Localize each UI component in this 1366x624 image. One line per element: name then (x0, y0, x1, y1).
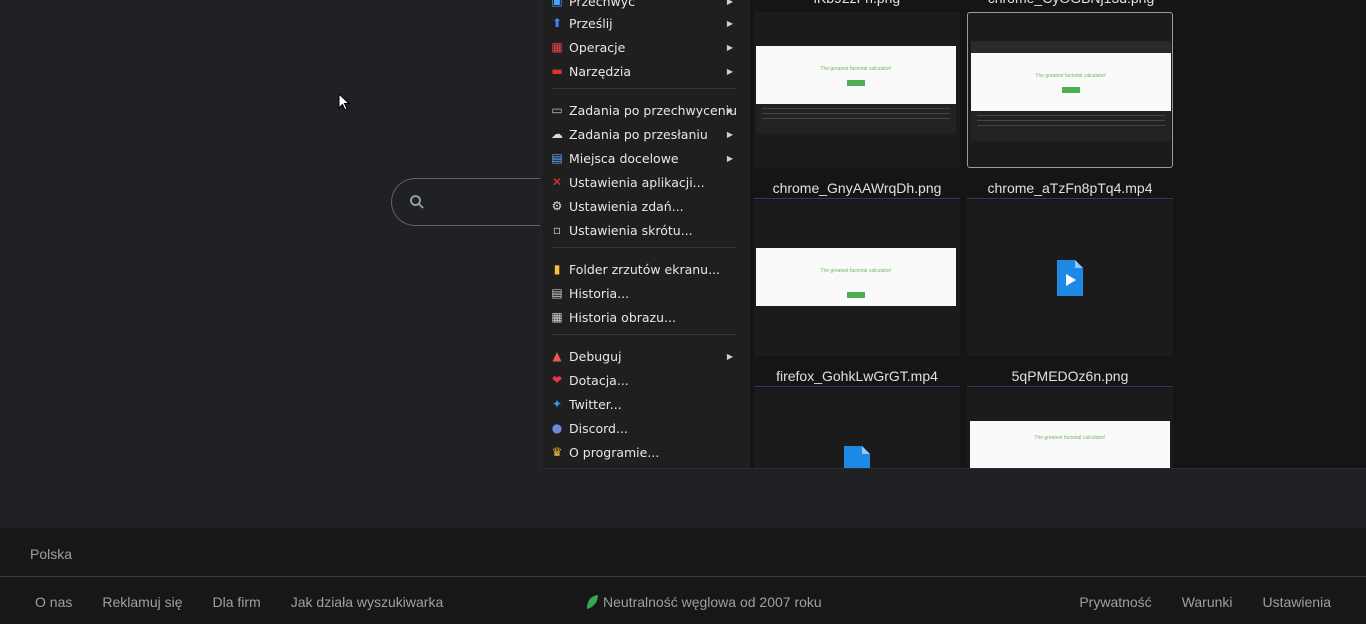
search-icon (410, 195, 424, 209)
menu-item-label: Historia obrazu... (569, 309, 676, 325)
footer-link-how-search-works[interactable]: Jak działa wyszukiwarka (291, 594, 444, 610)
after-capture-icon: ▭ (551, 103, 563, 117)
thumbnail-caption: firefox_GohkLwGrGT.mp4 (754, 368, 960, 387)
footer-right-links: Prywatność Warunki Ustawienia (1079, 594, 1361, 610)
twitter-icon: ✦ (551, 397, 563, 411)
destinations-icon: ▤ (551, 151, 563, 165)
menu-item-label: Ustawienia aplikacji... (569, 174, 705, 190)
submenu-arrow-icon: ▶ (726, 153, 733, 163)
history-icon: ▤ (551, 286, 563, 300)
menu-item-label: Przechwyć (569, 0, 635, 9)
footer-divider (0, 576, 1366, 577)
menu-item[interactable]: ● Discord... (549, 417, 743, 439)
menu-separator (551, 247, 737, 248)
menu-separator (551, 88, 737, 89)
video-file-icon (844, 446, 870, 468)
upload-icon: ⬆ (551, 16, 563, 30)
menu-item[interactable]: ▭ Zadania po przechwyceniu ▶ (549, 99, 743, 121)
shot-title: The greatest factorial calculator! (1034, 435, 1106, 441)
menu-item-label: Prześlij (569, 15, 613, 31)
shot-title: The greatest factorial calculator! (820, 268, 892, 274)
menu-item-label: Zadania po przesłaniu (569, 126, 708, 142)
menu-item-label: Folder zrzutów ekranu... (569, 261, 721, 277)
heart-icon: ❤ (551, 373, 563, 387)
submenu-arrow-icon: ▶ (726, 129, 733, 139)
footer-country: Polska (30, 546, 73, 562)
menu-item-label: Historia... (569, 285, 630, 301)
menu-item[interactable]: ⬆ Prześlij ▶ (549, 12, 743, 34)
menu-item-label: O programie... (569, 444, 660, 460)
menu-item[interactable]: ▣ Przechwyć ▶ (549, 0, 743, 12)
menu-item-label: Ustawienia zdań... (569, 198, 684, 214)
carbon-neutral-link[interactable]: Neutralność węglowa od 2007 roku (585, 594, 822, 610)
gear-icon: ⚙ (551, 199, 563, 213)
footer-left-links: O nas Reklamuj się Dla firm Jak działa w… (35, 594, 473, 610)
menu-item[interactable]: ▤ Historia... (549, 282, 743, 304)
menu-item-label: Twitter... (569, 396, 622, 412)
submenu-arrow-icon: ▶ (726, 0, 733, 6)
menu-item[interactable]: ▮ Folder zrzutów ekranu... (549, 258, 743, 280)
keyboard-icon: ▫ (552, 223, 562, 237)
thumbnail-caption: chrome_GnyAAWrqDh.png (754, 180, 960, 199)
menu-item[interactable]: ✕ Ustawienia aplikacji... (549, 171, 743, 193)
thumbnail-caption: 5qPMEDOz6n.png (967, 368, 1173, 387)
wrench-icon: ✕ (551, 175, 563, 189)
footer-link-privacy[interactable]: Prywatność (1079, 594, 1151, 610)
folder-icon: ▮ (553, 262, 561, 276)
menu-item-label: Debuguj (569, 348, 622, 364)
menu-item[interactable]: ▦ Operacje ▶ (549, 36, 743, 58)
shot-title: The greatest factorial calculator! (1035, 73, 1107, 79)
menu-item[interactable]: ▦ Historia obrazu... (549, 306, 743, 328)
video-file-icon (1057, 260, 1083, 296)
menu-item-label: Narzędzia (569, 63, 632, 79)
menu-item[interactable]: ⚙ Ustawienia zdań... (549, 195, 743, 217)
footer: Polska O nas Reklamuj się Dla firm Jak d… (0, 528, 1366, 624)
menu-item-label: Miejsca docelowe (569, 150, 679, 166)
menu-separator (551, 334, 737, 335)
menu-item[interactable]: ▲ Debuguj ▶ (549, 345, 743, 367)
menu-item[interactable]: ✦ Twitter... (549, 393, 743, 415)
footer-link-business[interactable]: Dla firm (213, 594, 261, 610)
menu-item[interactable]: ♛ O programie... (549, 441, 743, 463)
leaf-icon (587, 595, 598, 609)
mouse-cursor-icon (338, 92, 351, 116)
menu-item-label: Operacje (569, 39, 626, 55)
submenu-arrow-icon: ▶ (726, 42, 733, 52)
submenu-arrow-icon: ▶ (726, 66, 733, 76)
menu-item-label: Discord... (569, 420, 628, 436)
bug-icon: ▲ (552, 349, 562, 363)
operations-icon: ▦ (551, 40, 563, 54)
cloud-upload-icon: ☁ (551, 127, 563, 141)
footer-link-about[interactable]: O nas (35, 594, 72, 610)
menu-item[interactable]: ▬ Narzędzia ▶ (549, 60, 743, 82)
thumbnail-panel: lKb92zFh.png chrome_CyOGBNj13d.png The g… (750, 0, 1366, 469)
menu-item-label: Ustawienia skrótu... (569, 222, 693, 238)
submenu-arrow-icon: ▶ (726, 18, 733, 28)
menu-item[interactable]: ▫ Ustawienia skrótu... (549, 219, 743, 241)
camera-icon: ▣ (551, 0, 563, 8)
submenu-arrow-icon: ▶ (726, 351, 733, 361)
thumbnail-caption: chrome_CyOGBNj13d.png (968, 0, 1174, 8)
thumbnail-caption: lKb92zFh.png (754, 0, 960, 8)
image-history-icon: ▦ (551, 310, 563, 324)
toolbox-icon: ▬ (551, 64, 563, 78)
menu-item[interactable]: ▤ Miejsca docelowe ▶ (549, 147, 743, 169)
shot-title: The greatest factorial calculator! (820, 66, 892, 72)
discord-icon: ● (551, 421, 563, 435)
footer-link-terms[interactable]: Warunki (1182, 594, 1233, 610)
menu-item[interactable]: ☁ Zadania po przesłaniu ▶ (549, 123, 743, 145)
submenu-arrow-icon: ▶ (726, 105, 733, 115)
thumbnail-caption: chrome_aTzFn8pTq4.mp4 (967, 180, 1173, 199)
footer-link-settings[interactable]: Ustawienia (1263, 594, 1331, 610)
context-menu: ▣ Przechwyć ▶ ⬆ Prześlij ▶ ▦ Operacje ▶ ▬ Narzędzi… (540, 0, 751, 469)
menu-item[interactable]: ❤ Dotacja... (549, 369, 743, 391)
carbon-neutral-label: Neutralność węglowa od 2007 roku (603, 594, 822, 610)
crown-icon: ♛ (551, 445, 563, 459)
menu-item-label: Dotacja... (569, 372, 629, 388)
menu-item-label: Zadania po przechwyceniu (569, 102, 738, 118)
footer-link-advertising[interactable]: Reklamuj się (102, 594, 182, 610)
